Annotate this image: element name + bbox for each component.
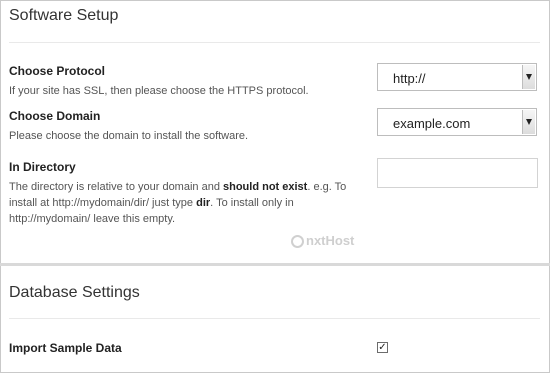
software-setup-title: Software Setup: [9, 7, 119, 24]
choose-domain-description: Please choose the domain to install the …: [9, 130, 249, 142]
choose-protocol-label: Choose Protocol: [9, 64, 106, 78]
database-settings-title: Database Settings: [9, 284, 140, 301]
protocol-select-value: http://: [393, 71, 426, 86]
choose-domain-label: Choose Domain: [9, 109, 101, 123]
domain-select[interactable]: example.com: [377, 108, 537, 136]
protocol-select-button[interactable]: [522, 65, 535, 89]
nxthost-logo-icon: [291, 235, 304, 248]
chevron-down-icon: [526, 119, 532, 125]
choose-protocol-description: If your site has SSL, then please choose…: [9, 85, 309, 97]
directory-input[interactable]: [377, 158, 538, 188]
in-directory-desc-bold: dir: [196, 197, 211, 209]
in-directory-description: The directory is relative to your domain…: [9, 179, 359, 227]
section-rule: [9, 42, 540, 43]
logo-text: nxtHost: [306, 233, 355, 248]
in-directory-desc-bold: should not exist: [223, 181, 308, 193]
in-directory-label: In Directory: [9, 160, 76, 174]
import-sample-data-label: Import Sample Data: [9, 341, 122, 355]
chevron-down-icon: [526, 74, 532, 80]
section-divider: [0, 263, 550, 266]
protocol-select[interactable]: http://: [377, 63, 537, 91]
nxthost-logo: nxtHost: [291, 233, 354, 251]
checkmark-icon: ✓: [378, 342, 387, 353]
in-directory-desc-text: The directory is relative to your domain…: [9, 181, 223, 193]
import-sample-data-checkbox[interactable]: ✓: [377, 342, 388, 353]
domain-select-button[interactable]: [522, 110, 535, 134]
section-rule: [9, 318, 540, 319]
domain-select-value: example.com: [393, 116, 471, 131]
